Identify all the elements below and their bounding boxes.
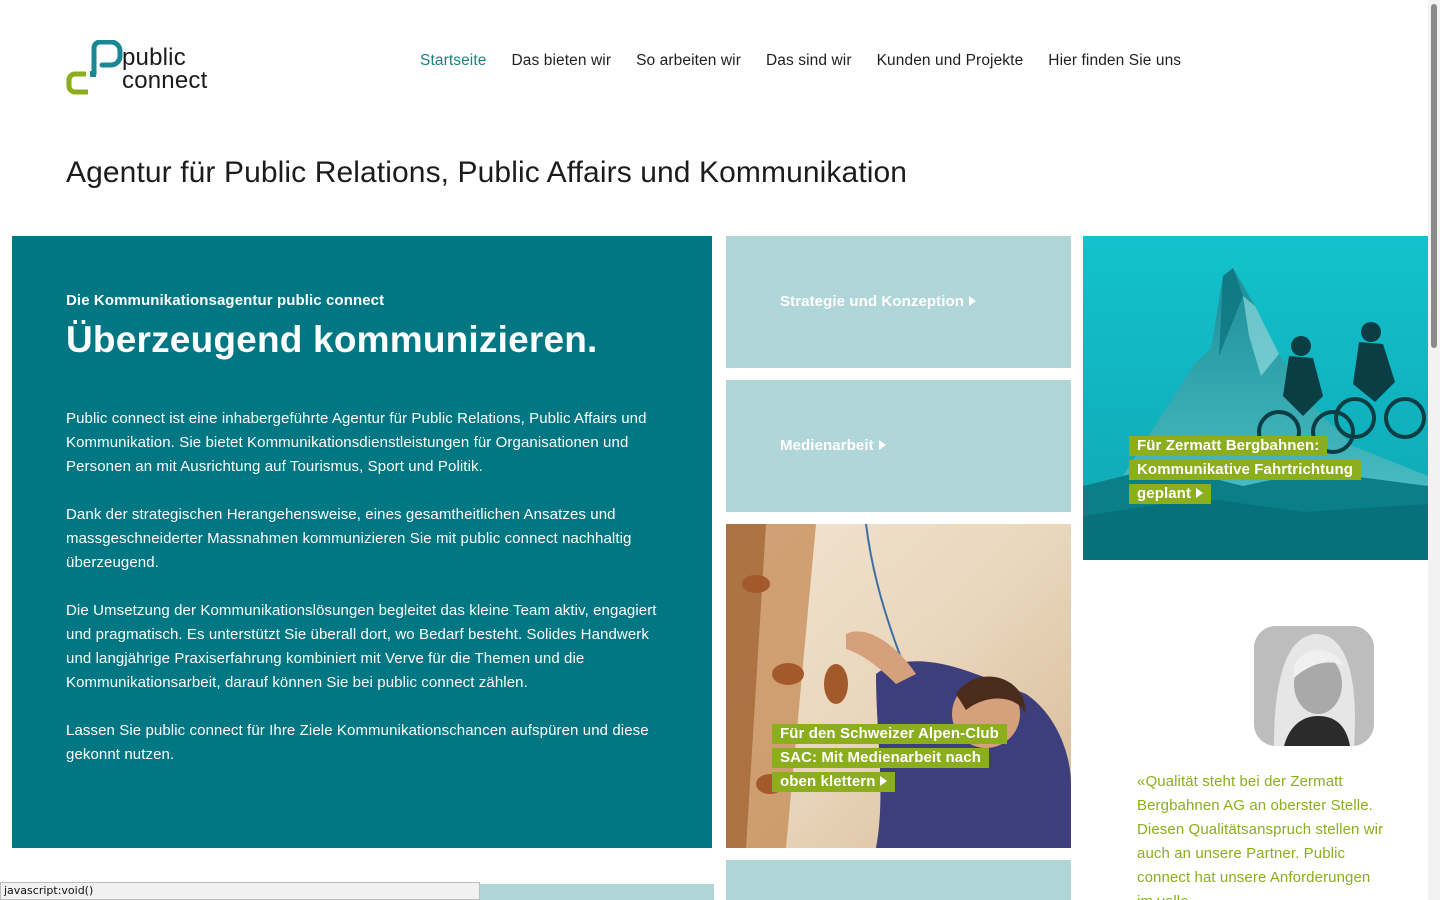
nav-item-das-sind-wir[interactable]: Das sind wir	[766, 52, 852, 70]
intro-kicker: Die Kommunikationsagentur public connect	[66, 292, 385, 309]
zermatt-caption-text: geplant	[1137, 485, 1192, 502]
intro-paragraph: Public connect ist eine inhabergeführte …	[66, 410, 647, 475]
intro-paragraph: Dank der strategischen Herangehensweise,…	[66, 506, 632, 571]
tile-strategie-link[interactable]: Strategie und Konzeption	[780, 293, 977, 310]
tile-zermatt[interactable]: Für Zermatt Bergbahnen: Kommunikative Fa…	[1083, 236, 1428, 560]
intro-paragraph: Lassen Sie public connect für Ihre Ziele…	[66, 722, 649, 763]
sac-caption-line: Für den Schweizer Alpen-Club	[772, 724, 1007, 744]
logo-mark-icon	[66, 40, 123, 95]
zermatt-caption-line: Für Zermatt Bergbahnen:	[1129, 436, 1328, 456]
sac-caption-line: SAC: Mit Medienarbeit nach	[772, 748, 989, 768]
intro-paragraph: Die Umsetzung der Kommunikationslösungen…	[66, 602, 657, 691]
logo-wordmark: public connect	[122, 44, 208, 94]
page-title: Agentur für Public Relations, Public Aff…	[66, 156, 908, 189]
arrow-right-icon	[878, 440, 886, 450]
nav-item-hier-finden-sie-uns[interactable]: Hier finden Sie uns	[1048, 52, 1181, 70]
tile-medienarbeit-label: Medienarbeit	[780, 437, 874, 454]
avatar	[1254, 626, 1374, 746]
sac-caption[interactable]: Für den Schweizer Alpen-Club SAC: Mit Me…	[772, 724, 1007, 796]
logo-line2: connect	[122, 67, 208, 94]
tile-strategie-label: Strategie und Konzeption	[780, 293, 965, 310]
climbing-wall-image	[726, 524, 1071, 848]
nav-item-kunden-und-projekte[interactable]: Kunden und Projekte	[877, 52, 1024, 70]
scrollbar-thumb[interactable]	[1431, 4, 1437, 348]
arrow-right-icon	[1196, 488, 1204, 498]
testimonial-quote: «Qualität steht bei der Zermatt Bergbahn…	[1137, 773, 1384, 900]
arrow-right-icon	[880, 776, 888, 786]
logo-line1: public	[122, 44, 186, 71]
tile-sac[interactable]: Für den Schweizer Alpen-Club SAC: Mit Me…	[726, 524, 1071, 848]
nav-item-startseite[interactable]: Startseite	[420, 52, 486, 70]
nav-item-so-arbeiten-wir[interactable]: So arbeiten wir	[636, 52, 741, 70]
sac-caption-line-last: oben klettern	[772, 772, 896, 792]
logo[interactable]: public connect	[66, 40, 236, 100]
arrow-right-icon	[969, 296, 977, 306]
zermatt-caption-line: Kommunikative Fahrtrichtung	[1129, 460, 1362, 480]
tile-medienarbeit[interactable]: Medienarbeit	[726, 380, 1071, 512]
status-bar: javascript:void()	[0, 882, 480, 900]
nav-item-das-bieten-wir[interactable]: Das bieten wir	[511, 52, 611, 70]
tile-strategie[interactable]: Strategie und Konzeption	[726, 236, 1071, 368]
vertical-scrollbar[interactable]	[1428, 0, 1440, 900]
intro-headline: Überzeugend kommunizieren.	[66, 319, 598, 360]
tile-medienarbeit-link[interactable]: Medienarbeit	[780, 437, 886, 454]
main-nav: Startseite Das bieten wir So arbeiten wi…	[420, 52, 1206, 70]
zermatt-caption-line-last: geplant	[1129, 484, 1212, 504]
zermatt-mountain-bike-image	[1083, 236, 1428, 560]
intro-panel: Die Kommunikationsagentur public connect…	[12, 236, 712, 848]
tile-bottom-middle[interactable]	[726, 860, 1071, 900]
zermatt-caption[interactable]: Für Zermatt Bergbahnen: Kommunikative Fa…	[1129, 436, 1362, 508]
testimonial-portrait-image	[1254, 626, 1374, 746]
sac-caption-text: oben klettern	[780, 773, 876, 790]
